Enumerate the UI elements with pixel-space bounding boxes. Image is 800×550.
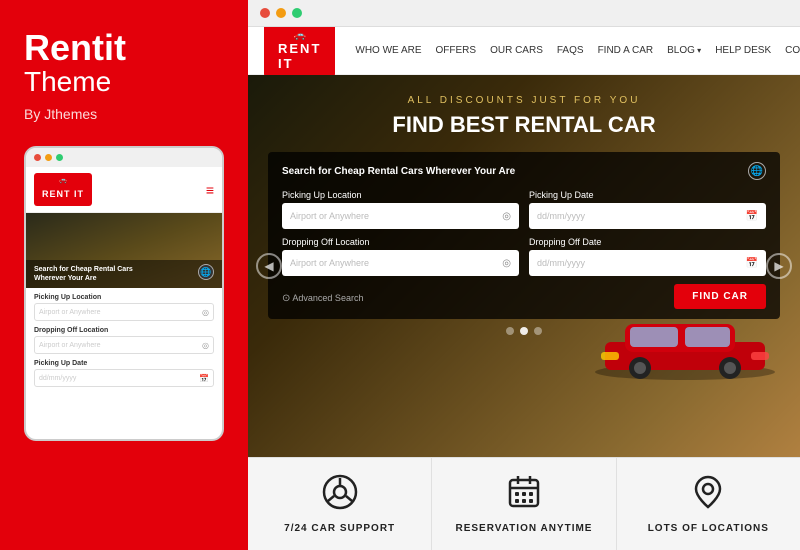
hero-section: ◀ ▶ ALL DISCOUNTS JUST FOR YOU FIND BEST… bbox=[248, 75, 800, 457]
brand-subtitle: Theme bbox=[24, 66, 224, 98]
feature-car-support: 7/24 CAR SUPPORT bbox=[248, 458, 432, 550]
browser-chrome bbox=[248, 0, 800, 27]
dropoff-location-field: Dropping Off Location Airport or Anywher… bbox=[282, 237, 519, 276]
right-panel: 🚗 RENT IT WHO WE ARE OFFERS OUR CARS FAQ… bbox=[248, 0, 800, 550]
mobile-logo: 🚗 RENT IT bbox=[34, 173, 92, 206]
reservation-icon bbox=[506, 474, 542, 515]
left-panel: Rentit Theme By Jthemes 🚗 RENT IT ≡ Sear… bbox=[0, 0, 248, 550]
dropoff-date-label: Dropping Off Date bbox=[529, 237, 766, 247]
site-logo-text: RENT IT bbox=[278, 41, 321, 71]
nav-blog[interactable]: BLOG bbox=[667, 45, 701, 56]
mobile-calendar-icon: 📅 bbox=[199, 374, 209, 383]
pickup-location-icon: ◎ bbox=[502, 211, 511, 222]
locations-label: LOTS OF LOCATIONS bbox=[648, 523, 769, 534]
slider-dot-1[interactable] bbox=[506, 327, 514, 335]
browser-dot-red[interactable] bbox=[260, 8, 270, 18]
nav-our-cars[interactable]: OUR CARS bbox=[490, 45, 543, 56]
mobile-date-label: Picking Up Date bbox=[34, 360, 214, 367]
site-logo: 🚗 RENT IT bbox=[264, 27, 335, 77]
advanced-search-link[interactable]: ⊙ Advanced Search bbox=[282, 293, 363, 304]
nav-faqs[interactable]: FAQS bbox=[557, 45, 584, 56]
slider-dot-2[interactable] bbox=[520, 327, 528, 335]
dropoff-date-field: Dropping Off Date dd/mm/yyyy 📅 bbox=[529, 237, 766, 276]
mobile-dropoff-location-icon: ◎ bbox=[202, 341, 209, 350]
mobile-hero-text: Search for Cheap Rental CarsWherever You… bbox=[34, 265, 214, 283]
feature-locations: LOTS OF LOCATIONS bbox=[617, 458, 800, 550]
advanced-search-anchor[interactable]: Advanced Search bbox=[292, 293, 363, 303]
pickup-date-label: Picking Up Date bbox=[529, 190, 766, 200]
hero-content: ALL DISCOUNTS JUST FOR YOU FIND BEST REN… bbox=[248, 75, 800, 152]
mobile-pickup-label: Picking Up Location bbox=[34, 294, 214, 301]
search-form-header: Search for Cheap Rental Cars Wherever Yo… bbox=[282, 162, 766, 180]
locations-icon bbox=[690, 474, 726, 515]
reservation-label: RESERVATION ANYTIME bbox=[456, 523, 593, 534]
dropoff-location-icon: ◎ bbox=[502, 258, 511, 269]
browser-dot-green[interactable] bbox=[292, 8, 302, 18]
nav-find-a-car[interactable]: FIND A CAR bbox=[598, 45, 654, 56]
mobile-date-placeholder: dd/mm/yyyy bbox=[39, 375, 76, 382]
mobile-hamburger-icon[interactable]: ≡ bbox=[206, 183, 214, 197]
dropoff-location-label: Dropping Off Location bbox=[282, 237, 519, 247]
hero-tagline: ALL DISCOUNTS JUST FOR YOU bbox=[278, 95, 770, 106]
mobile-browser-dots bbox=[26, 148, 222, 167]
mobile-dropoff-input[interactable]: Airport or Anywhere ◎ bbox=[34, 336, 214, 354]
mobile-mockup: 🚗 RENT IT ≡ Search for Cheap Rental Cars… bbox=[24, 146, 224, 441]
browser-dot-yellow[interactable] bbox=[276, 8, 286, 18]
hero-prev-arrow[interactable]: ◀ bbox=[256, 253, 282, 279]
search-form-title: Search for Cheap Rental Cars Wherever Yo… bbox=[282, 166, 515, 177]
mobile-header: 🚗 RENT IT ≡ bbox=[26, 167, 222, 213]
features-row: 7/24 CAR SUPPORT bbox=[248, 457, 800, 550]
mobile-globe-icon: 🌐 bbox=[198, 264, 214, 280]
dropoff-location-placeholder: Airport or Anywhere bbox=[290, 258, 369, 268]
search-form: Search for Cheap Rental Cars Wherever Yo… bbox=[268, 152, 780, 319]
car-support-icon bbox=[322, 474, 358, 515]
pickup-date-placeholder: dd/mm/yyyy bbox=[537, 211, 585, 221]
by-line: By Jthemes bbox=[24, 106, 224, 122]
nav-links: WHO WE ARE OFFERS OUR CARS FAQS FIND A C… bbox=[355, 45, 800, 56]
mobile-dropoff-placeholder: Airport or Anywhere bbox=[39, 342, 100, 349]
mobile-pickup-input[interactable]: Airport or Anywhere ◎ bbox=[34, 303, 214, 321]
pickup-date-field: Picking Up Date dd/mm/yyyy 📅 bbox=[529, 190, 766, 229]
car-support-label: 7/24 CAR SUPPORT bbox=[284, 523, 395, 534]
dropoff-date-input[interactable]: dd/mm/yyyy 📅 bbox=[529, 250, 766, 276]
dropoff-location-input[interactable]: Airport or Anywhere ◎ bbox=[282, 250, 519, 276]
car-image bbox=[585, 302, 785, 382]
mobile-form: Picking Up Location Airport or Anywhere … bbox=[26, 288, 222, 399]
desktop-site: 🚗 RENT IT WHO WE ARE OFFERS OUR CARS FAQ… bbox=[248, 27, 800, 550]
slider-dot-3[interactable] bbox=[534, 327, 542, 335]
dropoff-date-placeholder: dd/mm/yyyy bbox=[537, 258, 585, 268]
globe-icon: 🌐 bbox=[748, 162, 766, 180]
hero-title: FIND BEST RENTAL CAR bbox=[278, 112, 770, 138]
feature-reservation: RESERVATION ANYTIME bbox=[432, 458, 616, 550]
hero-next-arrow[interactable]: ▶ bbox=[766, 253, 792, 279]
mobile-logo-car-icon: 🚗 bbox=[42, 177, 84, 184]
pickup-location-input[interactable]: Airport or Anywhere ◎ bbox=[282, 203, 519, 229]
mobile-hero-overlay: Search for Cheap Rental CarsWherever You… bbox=[26, 260, 222, 288]
mobile-logo-text: RENT IT bbox=[42, 189, 84, 199]
mobile-location-icon: ◎ bbox=[202, 308, 209, 317]
brand-title: Rentit bbox=[24, 30, 224, 66]
pickup-date-input[interactable]: dd/mm/yyyy 📅 bbox=[529, 203, 766, 229]
mobile-hero: Search for Cheap Rental CarsWherever You… bbox=[26, 213, 222, 288]
dropoff-calendar-icon: 📅 bbox=[746, 258, 758, 269]
mobile-dropoff-label: Dropping Off Location bbox=[34, 327, 214, 334]
pickup-location-label: Picking Up Location bbox=[282, 190, 519, 200]
nav-contact[interactable]: CONTACT bbox=[785, 45, 800, 56]
nav-offers[interactable]: OFFERS bbox=[436, 45, 477, 56]
site-nav: 🚗 RENT IT WHO WE ARE OFFERS OUR CARS FAQ… bbox=[248, 27, 800, 75]
nav-who-we-are[interactable]: WHO WE ARE bbox=[355, 45, 421, 56]
site-logo-car-icon: 🚗 bbox=[293, 30, 305, 41]
mobile-pickup-placeholder: Airport or Anywhere bbox=[39, 309, 100, 316]
pickup-location-placeholder: Airport or Anywhere bbox=[290, 211, 369, 221]
search-row-2: Dropping Off Location Airport or Anywher… bbox=[282, 237, 766, 276]
nav-help-desk[interactable]: HELP DESK bbox=[715, 45, 771, 56]
pickup-calendar-icon: 📅 bbox=[746, 211, 758, 222]
search-row-1: Picking Up Location Airport or Anywhere … bbox=[282, 190, 766, 229]
pickup-location-field: Picking Up Location Airport or Anywhere … bbox=[282, 190, 519, 229]
mobile-date-input[interactable]: dd/mm/yyyy 📅 bbox=[34, 369, 214, 387]
